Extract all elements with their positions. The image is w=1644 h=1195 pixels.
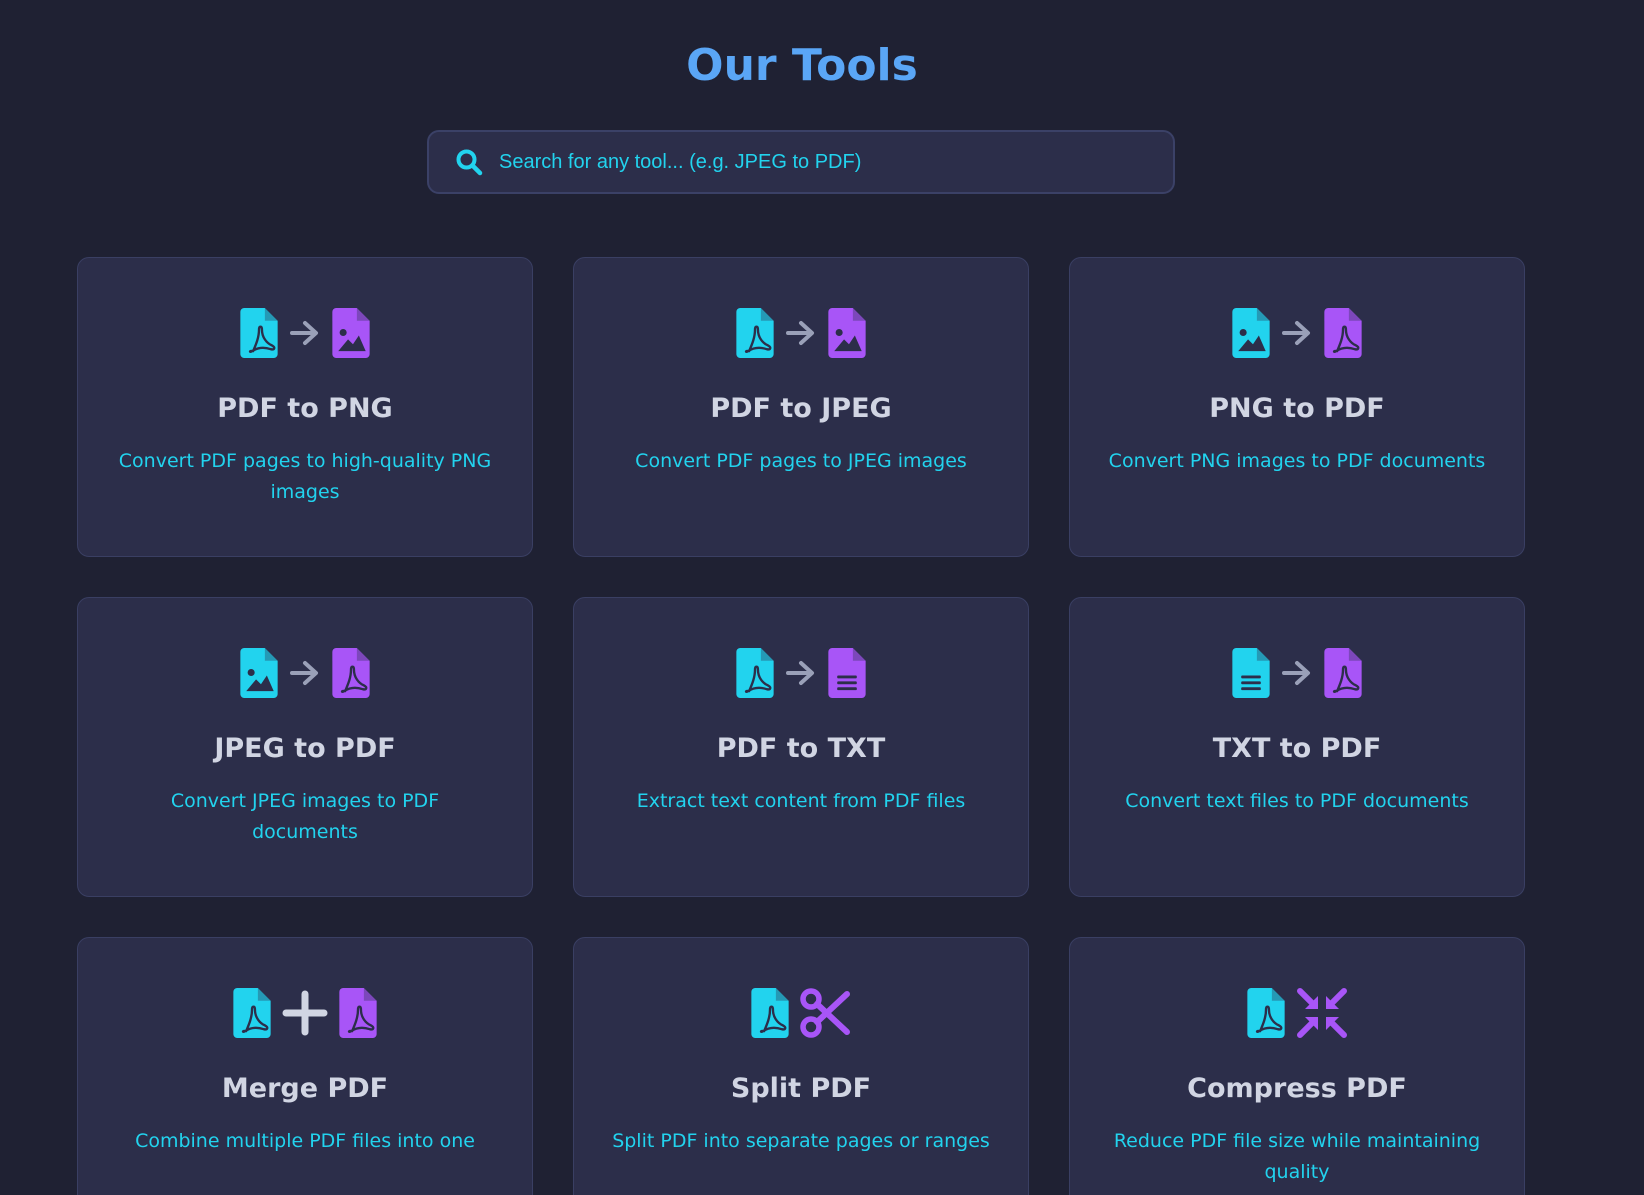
card-description: Convert text files to PDF documents [1125, 790, 1469, 812]
compress-icon [1297, 988, 1347, 1038]
card-description: Convert PDF pages to JPEG images [635, 450, 967, 472]
pdf-file-icon [240, 307, 278, 359]
card-icons [78, 986, 532, 1040]
card-title: Compress PDF [1187, 1073, 1407, 1104]
tools-page: Our Tools PDF to PNG Convert PDF pages t… [0, 0, 1644, 1195]
arrow-right-icon [290, 661, 318, 685]
card-icons [574, 646, 1028, 700]
arrow-right-icon [1282, 321, 1310, 345]
card-icons [574, 306, 1028, 360]
search-input[interactable] [497, 149, 1173, 175]
arrow-right-icon [786, 321, 814, 345]
plus-icon [282, 990, 328, 1036]
card-title: PDF to JPEG [710, 393, 892, 424]
image-file-icon [828, 307, 866, 359]
card-title: TXT to PDF [1212, 733, 1382, 764]
card-description: Convert JPEG images to PDF documents [170, 790, 440, 843]
pdf-file-icon [1324, 647, 1362, 699]
search-icon [455, 148, 483, 176]
tool-card-jpeg-to-pdf[interactable]: JPEG to PDF Convert JPEG images to PDF d… [77, 597, 533, 897]
search-box[interactable] [427, 130, 1175, 194]
arrow-right-icon [1282, 661, 1310, 685]
pdf-file-icon [233, 987, 271, 1039]
arrow-right-icon [786, 661, 814, 685]
pdf-file-icon [736, 647, 774, 699]
pdf-file-icon [339, 987, 377, 1039]
card-title: Split PDF [730, 1073, 872, 1104]
image-file-icon [240, 647, 278, 699]
pdf-file-icon [332, 647, 370, 699]
pdf-file-icon [1247, 987, 1285, 1039]
tool-card-split-pdf[interactable]: Split PDF Split PDF into separate pages … [573, 937, 1029, 1195]
card-title: PDF to PNG [217, 393, 393, 424]
card-icons [78, 646, 532, 700]
card-description: Reduce PDF file size while maintaining q… [1113, 1130, 1481, 1183]
card-description: Combine multiple PDF files into one [135, 1130, 475, 1152]
card-icons [574, 986, 1028, 1040]
text-file-icon [828, 647, 866, 699]
page-title: Our Tools [686, 40, 918, 91]
tool-card-png-to-pdf[interactable]: PNG to PDF Convert PNG images to PDF doc… [1069, 257, 1525, 557]
scissors-icon [800, 988, 850, 1038]
arrow-right-icon [290, 321, 318, 345]
tool-card-compress-pdf[interactable]: Compress PDF Reduce PDF file size while … [1069, 937, 1525, 1195]
pdf-file-icon [736, 307, 774, 359]
card-icons [1070, 986, 1524, 1040]
pdf-file-icon [1324, 307, 1362, 359]
card-title: PDF to TXT [716, 733, 886, 764]
card-description: Convert PNG images to PDF documents [1108, 450, 1486, 472]
card-description: Convert PDF pages to high-quality PNG im… [118, 450, 492, 503]
tool-card-merge-pdf[interactable]: Merge PDF Combine multiple PDF files int… [77, 937, 533, 1195]
text-file-icon [1232, 647, 1270, 699]
tool-card-pdf-to-txt[interactable]: PDF to TXT Extract text content from PDF… [573, 597, 1029, 897]
card-icons [78, 306, 532, 360]
card-icons [1070, 646, 1524, 700]
pdf-file-icon [751, 987, 789, 1039]
image-file-icon [1232, 307, 1270, 359]
card-title: JPEG to PDF [214, 733, 396, 764]
card-icons [1070, 306, 1524, 360]
tool-card-pdf-to-png[interactable]: PDF to PNG Convert PDF pages to high-qua… [77, 257, 533, 557]
tool-card-pdf-to-jpeg[interactable]: PDF to JPEG Convert PDF pages to JPEG im… [573, 257, 1029, 557]
card-description: Split PDF into separate pages or ranges [612, 1130, 990, 1152]
card-title: PNG to PDF [1209, 393, 1385, 424]
tools-grid: PDF to PNG Convert PDF pages to high-qua… [77, 257, 1527, 1195]
card-description: Extract text content from PDF files [636, 790, 966, 812]
card-title: Merge PDF [221, 1073, 389, 1104]
image-file-icon [332, 307, 370, 359]
tool-card-txt-to-pdf[interactable]: TXT to PDF Convert text files to PDF doc… [1069, 597, 1525, 897]
